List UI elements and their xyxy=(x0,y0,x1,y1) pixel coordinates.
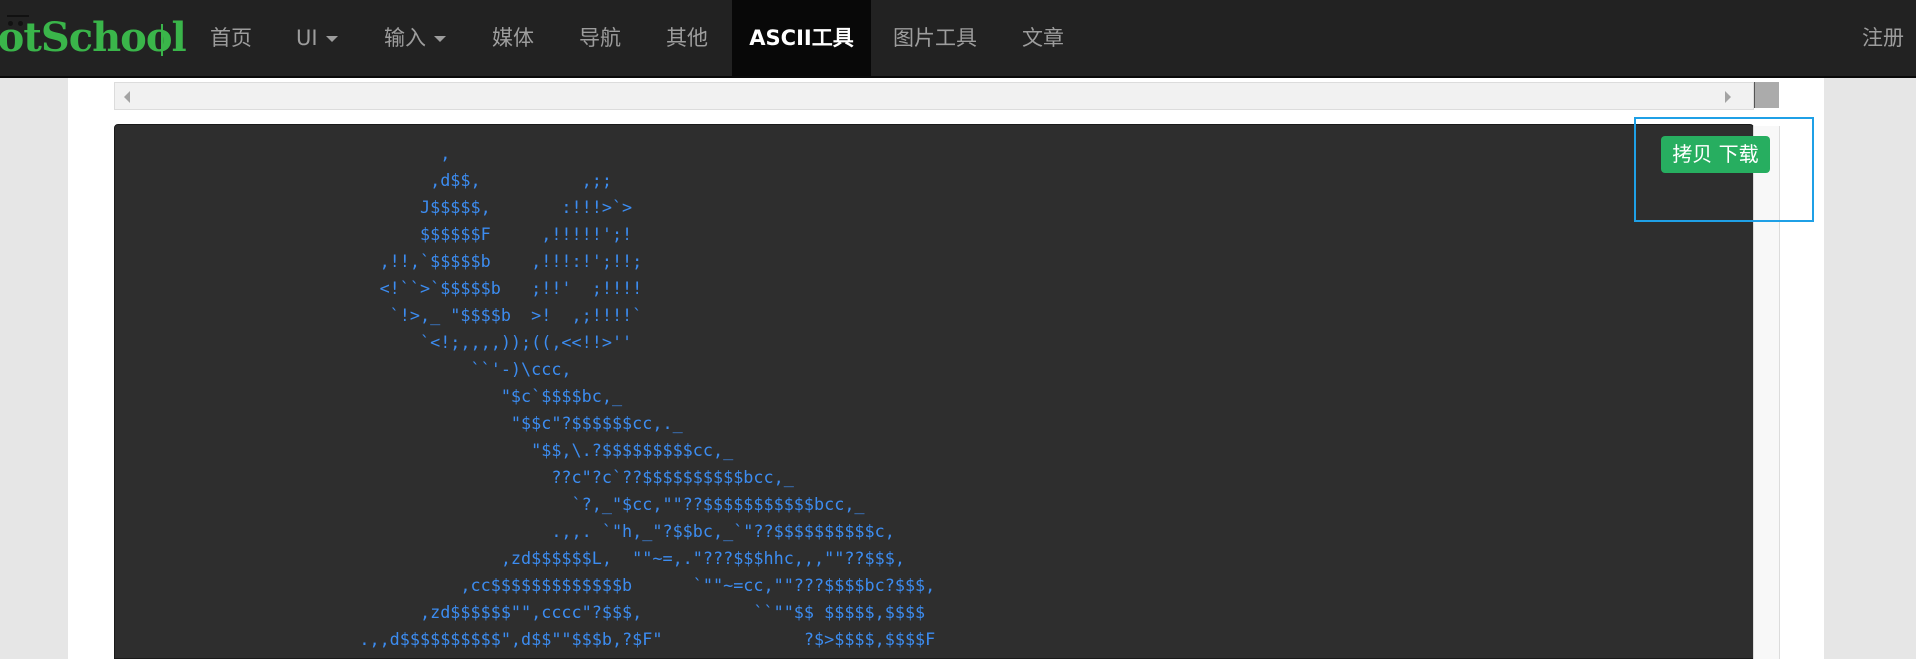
chevron-down-icon xyxy=(325,36,338,42)
brand-divider xyxy=(161,24,163,56)
ascii-line: ,zd$$$$$$"",cccc"?$$$, ``""$$ $$$$$,$$$$ xyxy=(127,602,926,622)
brand-mark-icon xyxy=(5,15,31,33)
scrollbar-thumb[interactable] xyxy=(1754,82,1779,108)
ascii-output-panel[interactable]: , ,d$$, ,;; J$$$$$, :!!!>`> $$$$$$F ,!!!… xyxy=(114,124,1754,659)
ascii-line: `<!;,,,,));((,<<!!>'' xyxy=(127,332,633,352)
nav-media-label: 媒体 xyxy=(492,26,534,50)
register-link[interactable]: 注册 xyxy=(1862,0,1904,76)
vertical-scrollbar[interactable] xyxy=(1753,126,1780,659)
nav-ui[interactable]: UI xyxy=(296,0,338,76)
ascii-art-output: , ,d$$, ,;; J$$$$$, :!!!>`> $$$$$$F ,!!!… xyxy=(127,140,935,653)
ascii-line: `!>,_ "$$$$b >! ,;!!!!` xyxy=(127,305,643,325)
nav-media[interactable]: 媒体 xyxy=(492,0,534,76)
nav-articles[interactable]: 文章 xyxy=(1022,0,1064,76)
ascii-line: .,,. `"h,_"?$$bc,_`"??$$$$$$$$$$c, xyxy=(127,521,895,541)
ascii-line: ``'-)\ccc, xyxy=(127,359,572,379)
nav-home[interactable]: 首页 xyxy=(210,0,252,76)
ascii-line: ,!!,`$$$$$b ,!!!:!';!!; xyxy=(127,251,643,271)
scroll-right-icon[interactable] xyxy=(1725,91,1731,103)
top-navbar: ootSchool 首页 UI 输入 媒体 导航 其他 ASCII工具 图片工具… xyxy=(0,0,1916,78)
nav-ascii-tools[interactable]: ASCII工具 xyxy=(732,0,871,76)
ascii-line: "$$,\.?$$$$$$$$$cc,_ xyxy=(127,440,734,460)
nav-input[interactable]: 输入 xyxy=(384,0,446,76)
copy-download-button[interactable]: 拷贝 下载 xyxy=(1661,136,1770,173)
nav-ascii-tools-label: ASCII工具 xyxy=(749,26,854,50)
scroll-left-icon[interactable] xyxy=(124,91,130,103)
ascii-line: `?,_"$cc,""??$$$$$$$$$$$bcc,_ xyxy=(127,494,865,514)
nav-image-tools[interactable]: 图片工具 xyxy=(893,0,977,76)
ascii-line: .,,d$$$$$$$$$$",d$$""$$$b,?$F" ?$>$$$$,$… xyxy=(127,629,936,649)
ascii-line: $$$$$$F ,!!!!!';! xyxy=(127,224,633,244)
chevron-down-icon xyxy=(434,36,446,42)
ascii-line: ,zd$$$$$$L, ""~=,."???$$$hhc,,,""??$$$, xyxy=(127,548,905,568)
ascii-line: <!``>`$$$$$b ;!!' ;!!!! xyxy=(127,278,643,298)
ascii-line: ,d$$, ,;; xyxy=(127,170,612,190)
nav-articles-label: 文章 xyxy=(1022,26,1064,50)
ascii-line: J$$$$$, :!!!>`> xyxy=(127,197,633,217)
ascii-line: "$$c"?$$$$$$cc,._ xyxy=(127,413,683,433)
ascii-line: ??c"?c`??$$$$$$$$$$bcc,_ xyxy=(127,467,794,487)
nav-navigation[interactable]: 导航 xyxy=(579,0,621,76)
nav-other-label: 其他 xyxy=(666,26,708,50)
nav-home-label: 首页 xyxy=(210,26,252,50)
ascii-line: "$c`$$$$bc,_ xyxy=(127,386,623,406)
register-link-label: 注册 xyxy=(1862,26,1904,50)
nav-input-label: 输入 xyxy=(384,26,426,50)
ascii-line: ,cc$$$$$$$$$$$$$b `""~=cc,""???$$$$bc?$$… xyxy=(127,575,936,595)
nav-image-tools-label: 图片工具 xyxy=(893,26,977,50)
nav-ui-label: UI xyxy=(296,26,318,50)
nav-other[interactable]: 其他 xyxy=(666,0,708,76)
nav-navigation-label: 导航 xyxy=(579,26,621,50)
horizontal-scrollbar[interactable] xyxy=(114,82,1754,110)
ascii-line: , xyxy=(127,143,451,163)
